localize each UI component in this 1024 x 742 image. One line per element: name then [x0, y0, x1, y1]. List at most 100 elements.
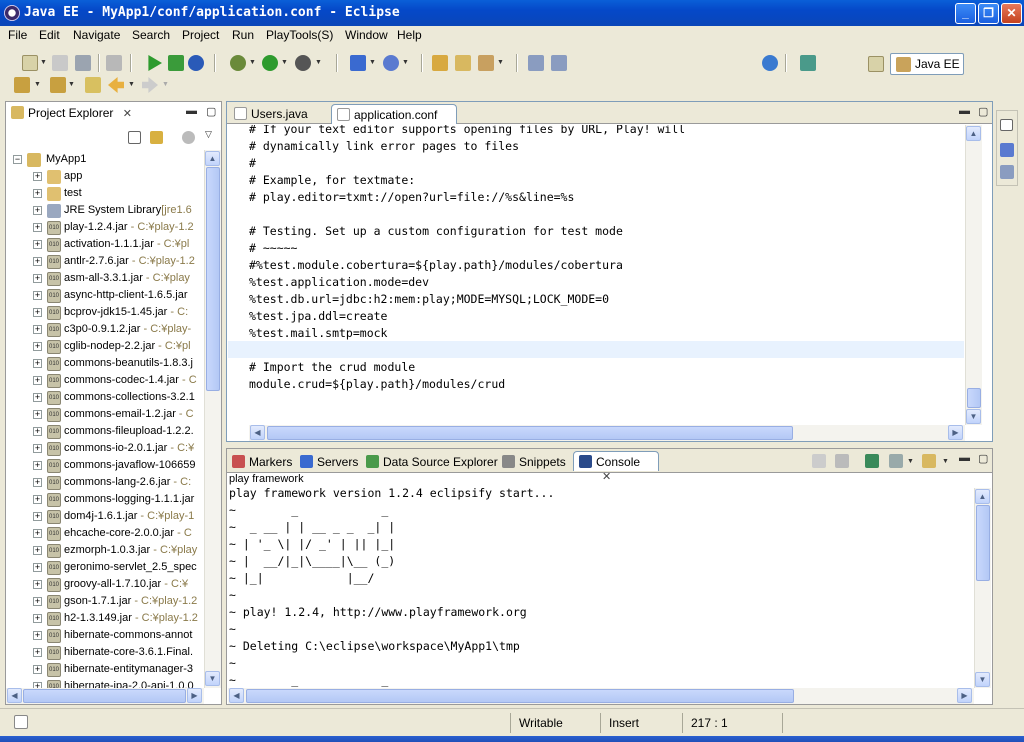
- refresh-icon[interactable]: [188, 55, 204, 71]
- scroll-down-icon[interactable]: ▼: [966, 409, 981, 424]
- scroll-up-icon[interactable]: ▲: [975, 489, 990, 504]
- scroll-thumb[interactable]: [976, 505, 990, 581]
- chevron-down-icon[interactable]: ▼: [249, 59, 256, 66]
- expand-icon[interactable]: +: [33, 342, 42, 351]
- expand-icon[interactable]: +: [33, 427, 42, 436]
- open-perspective-icon[interactable]: [868, 56, 884, 72]
- fast-view-icon[interactable]: [14, 715, 28, 729]
- chevron-down-icon[interactable]: ▼: [402, 59, 409, 66]
- chevron-down-icon[interactable]: ▼: [128, 81, 135, 88]
- new-icon[interactable]: [22, 55, 38, 71]
- tab-console[interactable]: Console ✕: [573, 451, 659, 483]
- menu-window[interactable]: Window: [345, 28, 388, 42]
- search-icon[interactable]: [478, 55, 494, 71]
- tree-item[interactable]: +010 dom4j-1.6.1.jar - C:¥play-1: [6, 509, 204, 526]
- menu-file[interactable]: File: [8, 28, 27, 42]
- minimize-view-icon[interactable]: ▬: [959, 105, 970, 117]
- chevron-down-icon[interactable]: ▼: [907, 458, 914, 465]
- chevron-down-icon[interactable]: ▼: [369, 59, 376, 66]
- chevron-down-icon[interactable]: ▼: [497, 59, 504, 66]
- tree-item[interactable]: +010 commons-javaflow-106659: [6, 458, 204, 475]
- menu-run[interactable]: Run: [232, 28, 254, 42]
- tree-item[interactable]: +010 groovy-all-1.7.10.jar - C:¥: [6, 577, 204, 594]
- editor-vertical-scrollbar[interactable]: ▲ ▼: [965, 125, 982, 425]
- scroll-thumb[interactable]: [267, 426, 793, 440]
- scroll-right-icon[interactable]: ▶: [187, 688, 202, 703]
- tree-item[interactable]: +010 hibernate-jpa-2.0-api-1.0.0: [6, 679, 204, 688]
- console-output[interactable]: play framework version 1.2.4 eclipsify s…: [228, 488, 973, 688]
- tab-markers[interactable]: Markers: [227, 452, 298, 472]
- tree-item[interactable]: + JRE System Library[jre1.6: [6, 203, 204, 220]
- tree-item[interactable]: +010 asm-all-3.3.1.jar - C:¥play: [6, 271, 204, 288]
- scroll-thumb[interactable]: [23, 689, 186, 703]
- pin-console-icon[interactable]: [865, 454, 879, 468]
- menu-edit[interactable]: Edit: [39, 28, 60, 42]
- tree-item[interactable]: +010 async-http-client-1.6.5.jar: [6, 288, 204, 305]
- minimize-button[interactable]: _: [955, 3, 976, 24]
- run-play-icon[interactable]: [168, 55, 184, 71]
- back-icon[interactable]: [108, 77, 124, 93]
- maximize-view-icon[interactable]: ▢: [978, 452, 988, 465]
- tree-horizontal-scrollbar[interactable]: ◀ ▶: [6, 688, 204, 704]
- expand-icon[interactable]: +: [33, 308, 42, 317]
- expand-icon[interactable]: +: [33, 563, 42, 572]
- expand-icon[interactable]: +: [33, 257, 42, 266]
- scroll-down-icon[interactable]: ▼: [205, 671, 220, 686]
- close-button[interactable]: ✕: [1001, 3, 1022, 24]
- tree-item[interactable]: +010 c3p0-0.9.1.2.jar - C:¥play-: [6, 322, 204, 339]
- external-tools-icon[interactable]: [295, 55, 311, 71]
- toggle-breadcrumb-icon[interactable]: [528, 55, 544, 71]
- task-list-icon[interactable]: [1000, 165, 1014, 179]
- filter-icon[interactable]: [182, 131, 195, 144]
- maximize-view-icon[interactable]: ▢: [206, 105, 216, 118]
- console-vertical-scrollbar[interactable]: ▲ ▼: [974, 488, 991, 688]
- expand-icon[interactable]: +: [33, 376, 42, 385]
- scroll-right-icon[interactable]: ▶: [948, 425, 963, 440]
- scroll-thumb[interactable]: [206, 167, 220, 391]
- collapse-all-icon[interactable]: [128, 131, 141, 144]
- scroll-left-icon[interactable]: ◀: [250, 425, 265, 440]
- collapse-icon[interactable]: −: [13, 155, 22, 164]
- expand-icon[interactable]: +: [33, 359, 42, 368]
- outline-icon[interactable]: [1000, 143, 1014, 157]
- tree-item[interactable]: +010 bcprov-jdk15-1.45.jar - C:: [6, 305, 204, 322]
- run-icon[interactable]: [148, 55, 162, 71]
- close-icon[interactable]: ✕: [123, 108, 132, 120]
- console-horizontal-scrollbar[interactable]: ◀ ▶: [228, 688, 974, 704]
- tab-servers[interactable]: Servers: [295, 452, 364, 472]
- chevron-down-icon[interactable]: ▼: [40, 59, 47, 66]
- link-editor-icon[interactable]: [150, 131, 163, 144]
- globe-icon[interactable]: [762, 55, 778, 71]
- expand-icon[interactable]: +: [33, 529, 42, 538]
- tree-item[interactable]: +010 commons-email-1.2.jar - C: [6, 407, 204, 424]
- scroll-down-icon[interactable]: ▼: [975, 672, 990, 687]
- tree-item[interactable]: +010 commons-lang-2.6.jar - C:: [6, 475, 204, 492]
- tree-item[interactable]: +010 commons-collections-3.2.1: [6, 390, 204, 407]
- run-as-icon[interactable]: [262, 55, 278, 71]
- tree-item[interactable]: +010 ehcache-core-2.0.0.jar - C: [6, 526, 204, 543]
- scroll-thumb[interactable]: [967, 388, 981, 408]
- expand-icon[interactable]: +: [33, 240, 42, 249]
- expand-icon[interactable]: +: [33, 580, 42, 589]
- maximize-view-icon[interactable]: ▢: [978, 105, 988, 118]
- tab-users-java[interactable]: Users.java: [229, 104, 314, 124]
- expand-icon[interactable]: +: [33, 631, 42, 640]
- expand-icon[interactable]: +: [33, 206, 42, 215]
- chevron-down-icon[interactable]: ▼: [315, 59, 322, 66]
- tab-application-conf[interactable]: application.conf ✕: [331, 104, 457, 136]
- tree-item[interactable]: +010 commons-beanutils-1.8.3.j: [6, 356, 204, 373]
- tree-item[interactable]: +010 antlr-2.7.6.jar - C:¥play-1.2: [6, 254, 204, 271]
- scroll-up-icon[interactable]: ▲: [966, 126, 981, 141]
- tree-item[interactable]: +010 gson-1.7.1.jar - C:¥play-1.2: [6, 594, 204, 611]
- tree-item[interactable]: +010 cglib-nodep-2.2.jar - C:¥pl: [6, 339, 204, 356]
- tree-item[interactable]: +010 hibernate-core-3.6.1.Final.: [6, 645, 204, 662]
- binary-icon[interactable]: [106, 55, 122, 71]
- new-server-icon[interactable]: [350, 55, 366, 71]
- perspective-java-ee[interactable]: Java EE: [890, 53, 964, 75]
- tree-item[interactable]: − MyApp1: [6, 152, 204, 169]
- previous-annotation-icon[interactable]: [50, 77, 66, 93]
- tree-item[interactable]: +010 commons-logging-1.1.1.jar: [6, 492, 204, 509]
- expand-icon[interactable]: +: [33, 393, 42, 402]
- menu-playtools[interactable]: PlayTools(S): [266, 28, 333, 42]
- expand-icon[interactable]: +: [33, 325, 42, 334]
